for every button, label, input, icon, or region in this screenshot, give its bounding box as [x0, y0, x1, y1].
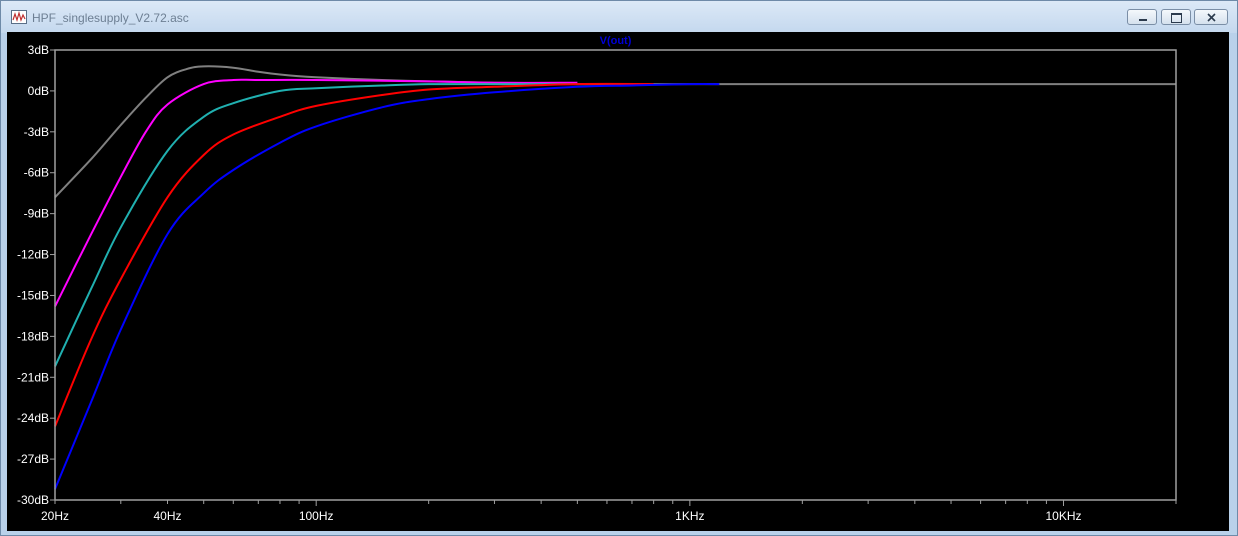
y-tick-label: 0dB: [28, 84, 49, 98]
trace-1[interactable]: [54, 78, 578, 307]
x-tick-label: 100Hz: [299, 509, 334, 523]
y-tick-label: -21dB: [17, 370, 49, 384]
minimize-button[interactable]: [1127, 9, 1157, 25]
y-tick-label: 3dB: [28, 43, 49, 57]
minimize-icon: [1139, 19, 1147, 21]
maximize-icon: [1171, 13, 1182, 23]
chart-title: V(out): [600, 35, 632, 47]
maximize-button[interactable]: [1161, 9, 1191, 25]
x-tick-label: 40Hz: [153, 509, 181, 523]
y-tick-label: -12dB: [17, 248, 49, 262]
x-tick-label: 1KHz: [675, 509, 704, 523]
y-tick-label: -9dB: [24, 207, 49, 221]
close-button[interactable]: [1194, 9, 1228, 25]
y-tick-label: -15dB: [17, 288, 49, 302]
y-tick-label: -24dB: [17, 411, 49, 425]
x-tick-label: 20Hz: [41, 509, 69, 523]
window-title: HPF_singlesupply_V2.72.asc: [32, 11, 189, 25]
title-bar[interactable]: HPF_singlesupply_V2.72.asc: [1, 1, 1237, 33]
plot-frame: [54, 49, 1177, 501]
trace-4[interactable]: [54, 83, 720, 490]
y-tick-label: -18dB: [17, 329, 49, 343]
y-tick-label: -30dB: [17, 493, 49, 507]
trace-2[interactable]: [54, 83, 632, 367]
close-icon: [1207, 13, 1216, 22]
y-tick-label: -3dB: [24, 125, 49, 139]
waveform-viewer[interactable]: V(out) 3dB 0dB -3dB -6dB -9dB -12dB -15dB -18dB…: [7, 32, 1229, 531]
plot-window: HPF_singlesupply_V2.72.asc V(out) 3dB 0dB…: [0, 0, 1238, 536]
y-tick-label: -27dB: [17, 452, 49, 466]
y-tick-label: -6dB: [24, 166, 49, 180]
ltspice-waveform-icon: [11, 10, 27, 24]
x-tick-label: 10KHz: [1045, 509, 1081, 523]
bode-plot[interactable]: V(out) 3dB 0dB -3dB -6dB -9dB -12dB -15dB -18dB…: [7, 32, 1229, 531]
